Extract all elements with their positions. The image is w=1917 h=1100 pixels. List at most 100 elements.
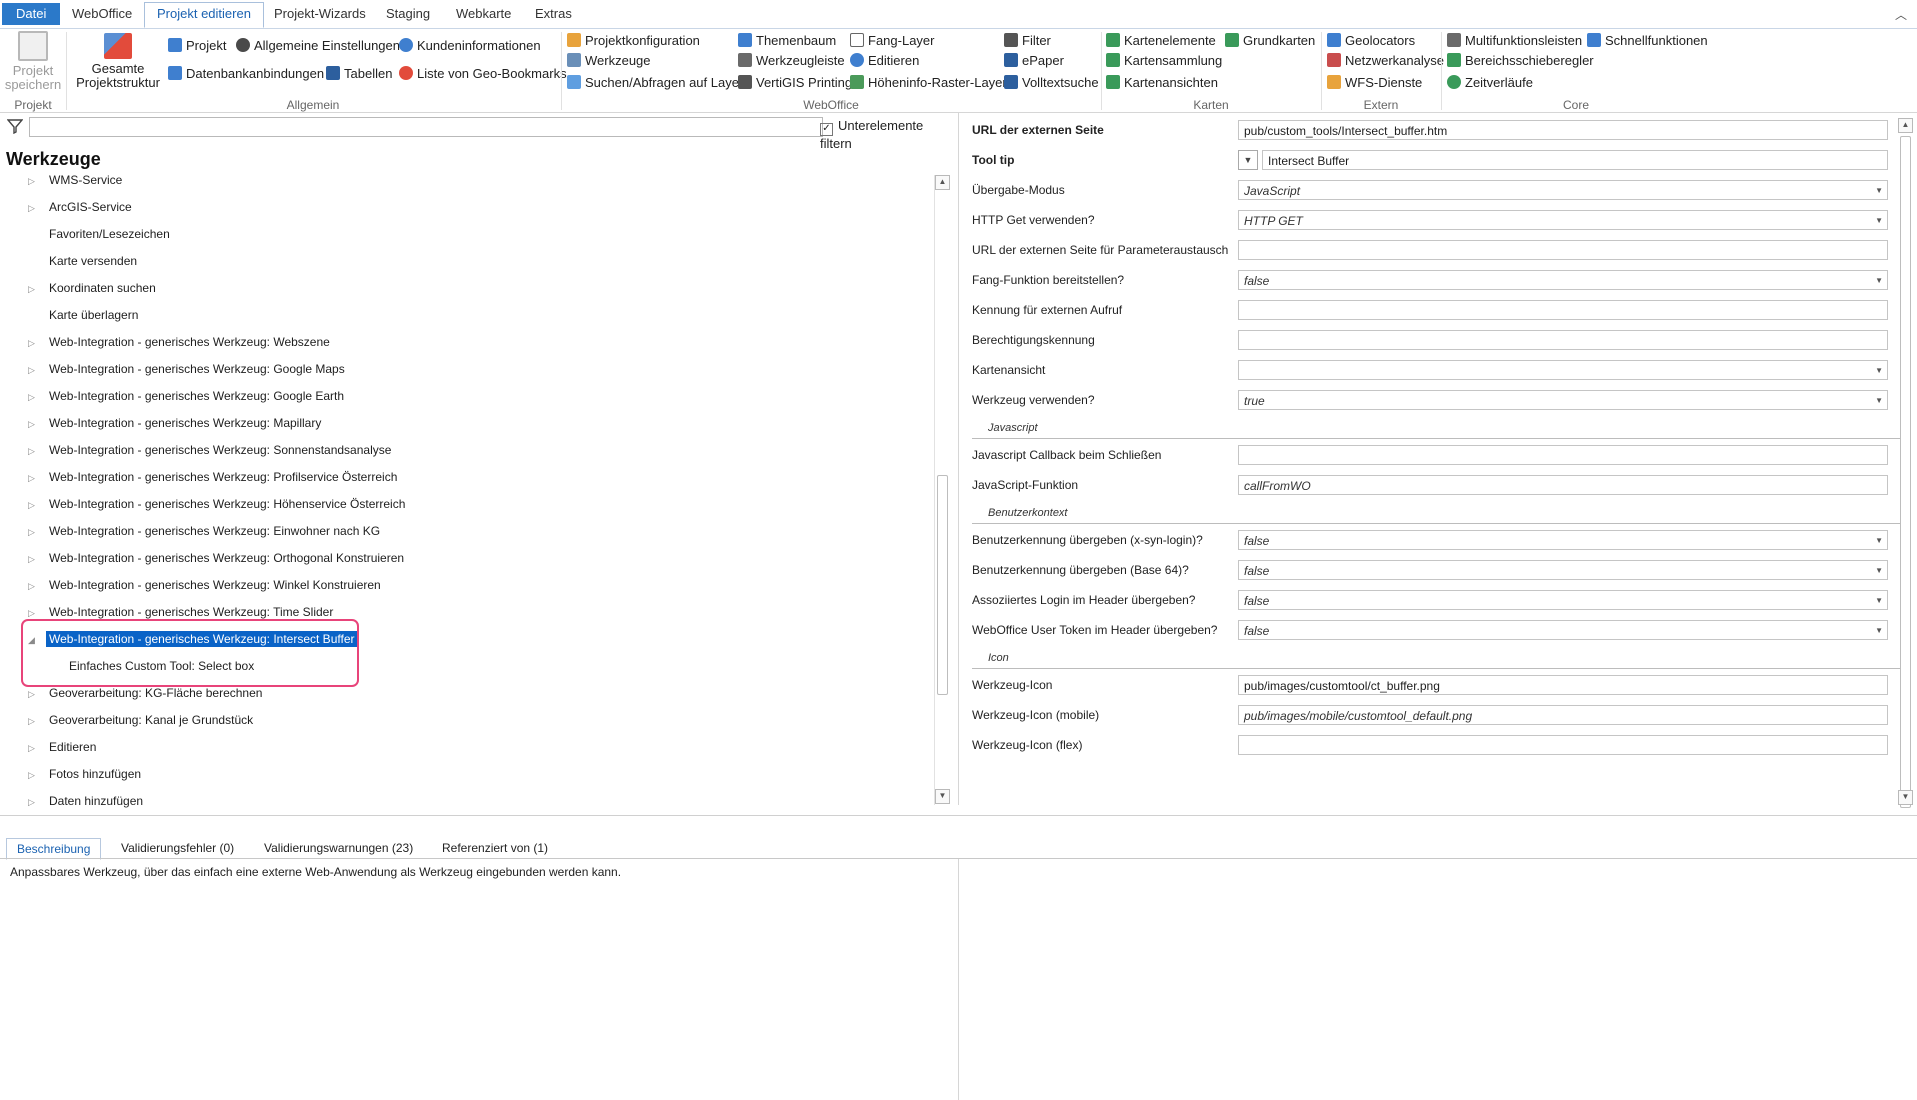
tree-scrollbar[interactable]: ▲ ▼ (934, 175, 950, 805)
scroll-down-icon[interactable]: ▼ (1898, 790, 1913, 805)
dropdown-arrow-icon[interactable]: ▼ (1875, 211, 1883, 229)
search-query-button[interactable]: Suchen/Abfragen auf Layer (567, 73, 743, 93)
dropdown-arrow-icon[interactable]: ▼ (1875, 271, 1883, 289)
network-analysis-button[interactable]: Netzwerkanalyse (1327, 51, 1444, 71)
wfs-services-button[interactable]: WFS-Dienste (1327, 73, 1422, 93)
property-input[interactable]: callFromWO (1238, 475, 1888, 495)
tree-item[interactable]: ▷ Web-Integration - generisches Werkzeug:… (28, 494, 408, 514)
dropdown-arrow-icon[interactable]: ▼ (1875, 561, 1883, 579)
collapse-ribbon-icon[interactable]: ︿ (1895, 6, 1907, 23)
tab-beschreibung[interactable]: Beschreibung (6, 838, 102, 860)
property-dropdown[interactable]: false ▼ (1238, 560, 1888, 580)
expand-arrow-icon[interactable]: ▷ (28, 576, 46, 596)
pane-splitter[interactable] (958, 113, 959, 805)
toolbar-button[interactable]: Werkzeugleiste (738, 51, 845, 71)
save-project-button[interactable]: Projekt speichern (4, 31, 62, 92)
tab-projekt-editieren[interactable]: Projekt editieren (144, 2, 264, 28)
property-dropdown[interactable]: HTTP GET ▼ (1238, 210, 1888, 230)
expand-arrow-icon[interactable]: ▷ (28, 279, 46, 299)
property-dropdown[interactable]: true ▼ (1238, 390, 1888, 410)
property-input[interactable]: Intersect Buffer (1262, 150, 1888, 170)
expand-arrow-icon[interactable]: ▷ (28, 765, 46, 785)
map-collection-button[interactable]: Kartensammlung (1106, 51, 1222, 71)
dropdown-arrow-icon[interactable]: ▼ (1875, 391, 1883, 409)
scroll-down-icon[interactable]: ▼ (935, 789, 950, 804)
project-configuration-button[interactable]: Projektkonfiguration (567, 31, 700, 51)
tree-filter-input[interactable] (29, 117, 823, 137)
tree-item[interactable]: ▷ Editieren (28, 737, 99, 757)
tree-item[interactable]: ▷ Geoverarbeitung: Kanal je Grundstück (28, 710, 256, 730)
tree-item[interactable]: Favoriten/Lesezeichen (28, 224, 173, 244)
expand-arrow-icon[interactable]: ▷ (28, 414, 46, 434)
expand-arrow-icon[interactable]: ▷ (28, 684, 46, 704)
property-dropdown[interactable]: false ▼ (1238, 590, 1888, 610)
properties-scrollbar[interactable]: ▲ ▼ (1898, 118, 1913, 808)
expand-arrow-icon[interactable]: ▷ (28, 522, 46, 542)
tables-button[interactable]: Tabellen (326, 64, 392, 84)
tree-item[interactable]: ▷ Web-Integration - generisches Werkzeug:… (28, 386, 347, 406)
tree-item[interactable]: Karte überlagern (28, 305, 141, 325)
bottom-splitter[interactable] (958, 859, 959, 1100)
basemaps-button[interactable]: Grundkarten (1225, 31, 1315, 51)
tree-item[interactable]: ▷ Web-Integration - generisches Werkzeug:… (28, 413, 324, 433)
property-dropdown[interactable]: false ▼ (1238, 530, 1888, 550)
expand-arrow-icon[interactable]: ▷ (28, 711, 46, 731)
filter-icon[interactable] (7, 118, 23, 134)
property-input[interactable]: pub/images/customtool/ct_buffer.png (1238, 675, 1888, 695)
dropdown-arrow-icon[interactable]: ▼ (1875, 181, 1883, 199)
range-slider-button[interactable]: Bereichsschieberegler (1447, 51, 1594, 71)
expand-arrow-icon[interactable]: ▷ (28, 360, 46, 380)
property-input[interactable]: pub/custom_tools/Intersect_buffer.htm (1238, 120, 1888, 140)
database-connections-button[interactable]: Datenbankanbindungen (168, 64, 324, 84)
tree-item[interactable]: ▷ Web-Integration - generisches Werkzeug:… (28, 548, 407, 568)
expand-arrow-icon[interactable]: ▷ (28, 171, 46, 191)
map-elements-button[interactable]: Kartenelemente (1106, 31, 1216, 51)
tree-item[interactable]: ▷ Web-Integration - generisches Werkzeug:… (28, 440, 394, 460)
tree-item[interactable]: ▷ Koordinaten suchen (28, 278, 159, 298)
tab-staging[interactable]: Staging (374, 3, 442, 25)
tree-item[interactable]: ▷ Web-Integration - generisches Werkzeug:… (28, 359, 348, 379)
snap-layer-button[interactable]: Fang-Layer (850, 31, 934, 51)
ribbons-button[interactable]: Multifunktionsleisten (1447, 31, 1582, 51)
filter-subelements-checkbox[interactable]: ✓ Unterelemente filtern (820, 118, 950, 151)
property-input[interactable]: pub/images/mobile/customtool_default.png (1238, 705, 1888, 725)
tab-webkarte[interactable]: Webkarte (444, 3, 523, 25)
map-views-button[interactable]: Kartenansichten (1106, 73, 1218, 93)
edit-button[interactable]: Editieren (850, 51, 919, 71)
epaper-button[interactable]: ePaper (1004, 51, 1064, 71)
scroll-up-icon[interactable]: ▲ (935, 175, 950, 190)
expand-arrow-icon[interactable]: ▷ (28, 333, 46, 353)
vertigis-printing-button[interactable]: VertiGIS Printing (738, 73, 852, 93)
theme-tree-button[interactable]: Themenbaum (738, 31, 836, 51)
tree-item[interactable]: ▷ ArcGIS-Service (28, 197, 135, 217)
expand-arrow-icon[interactable]: ▷ (28, 387, 46, 407)
property-input[interactable] (1238, 735, 1888, 755)
dropdown-arrow-icon[interactable]: ▼ (1875, 531, 1883, 549)
tab-projekt-wizards[interactable]: Projekt-Wizards (262, 3, 378, 25)
property-input[interactable] (1238, 240, 1888, 260)
tree-item[interactable]: ▷ Fotos hinzufügen (28, 764, 144, 784)
customer-info-button[interactable]: Kundeninformationen (399, 36, 541, 56)
property-dropdown[interactable]: false ▼ (1238, 620, 1888, 640)
expand-arrow-icon[interactable]: ▷ (28, 198, 46, 218)
geolocators-button[interactable]: Geolocators (1327, 31, 1415, 51)
property-input[interactable] (1238, 300, 1888, 320)
property-input[interactable] (1238, 330, 1888, 350)
tab-datei[interactable]: Datei (2, 3, 61, 25)
project-structure-button[interactable]: Gesamte Projektstruktur (72, 33, 164, 90)
height-raster-button[interactable]: Höheninfo-Raster-Layer (850, 73, 1007, 93)
filter-button[interactable]: Filter (1004, 31, 1051, 51)
tooltip-language-dropdown-icon[interactable]: ▼ (1238, 150, 1258, 170)
expand-arrow-icon[interactable]: ▷ (28, 495, 46, 515)
tree-item[interactable]: ▷ Daten hinzufügen (28, 791, 146, 811)
quick-functions-button[interactable]: Schnellfunktionen (1587, 31, 1708, 51)
property-input[interactable] (1238, 445, 1888, 465)
expand-arrow-icon[interactable]: ▷ (28, 468, 46, 488)
tools-button[interactable]: Werkzeuge (567, 51, 651, 71)
tab-validierungsfehler[interactable]: Validierungsfehler (0) (111, 838, 244, 858)
tree-item[interactable]: ▷ Web-Integration - generisches Werkzeug:… (28, 575, 384, 595)
tree-item[interactable]: ▷ Web-Integration - generisches Werkzeug:… (28, 332, 333, 352)
tree-item[interactable]: ▷ Web-Integration - generisches Werkzeug:… (28, 521, 383, 541)
ribbon-projekt-button[interactable]: Projekt (168, 36, 226, 56)
tab-referenziert-von[interactable]: Referenziert von (1) (432, 838, 558, 858)
